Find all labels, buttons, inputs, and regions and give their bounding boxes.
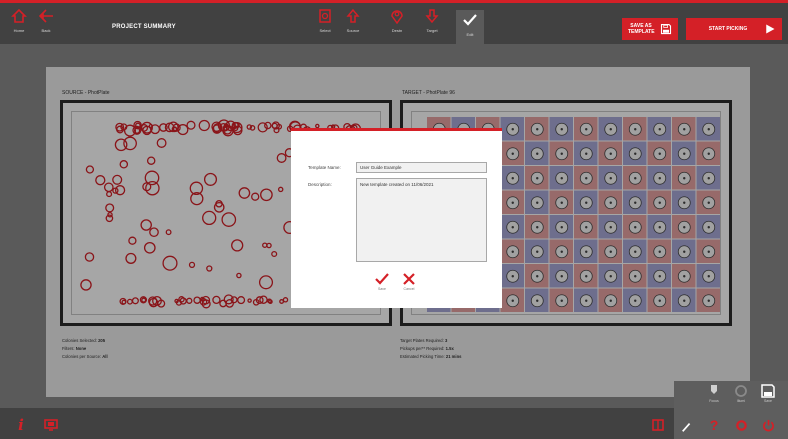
- description-label: Description:: [308, 182, 332, 187]
- tool-edit-label: Edit: [466, 32, 474, 37]
- book-button[interactable]: [651, 418, 665, 432]
- dialog-save-label: Save: [378, 287, 386, 291]
- save-icon: [761, 384, 775, 398]
- home-label: Home: [13, 28, 25, 33]
- book-icon: [652, 419, 664, 431]
- template-name-label: Template Name:: [308, 165, 341, 170]
- start-picking-label: START PICKING: [708, 26, 748, 32]
- description-textarea[interactable]: New template created on 11/06/2021: [356, 178, 487, 262]
- info-icon: i: [18, 416, 24, 434]
- select-icon: [319, 9, 331, 23]
- monitor-icon: [44, 419, 58, 431]
- illumination-icon: [735, 385, 747, 397]
- home-button[interactable]: Home: [5, 8, 33, 40]
- tool-edit-button[interactable]: Edit: [456, 10, 484, 44]
- home-icon: [11, 8, 27, 23]
- tool-destn-label: Destn: [391, 28, 403, 33]
- focus-label: Focus: [709, 399, 719, 403]
- back-label: Back: [41, 28, 51, 33]
- illumination-button[interactable]: Illumi: [729, 384, 753, 408]
- pencil-icon: [682, 423, 691, 432]
- power-icon: [762, 419, 774, 431]
- template-name-input[interactable]: [356, 162, 487, 173]
- save-icon: [660, 23, 672, 35]
- checkmark-icon: [375, 273, 389, 285]
- checkmark-icon: [463, 14, 477, 26]
- tool-source-button[interactable]: Source: [339, 8, 367, 40]
- tool-select-button[interactable]: Select: [311, 8, 339, 40]
- gear-icon: [735, 419, 747, 431]
- save-as-template-label: SAVE AS TEMPLATE: [628, 23, 655, 35]
- dialog-cancel-label: Cancel: [403, 287, 415, 291]
- info-button[interactable]: i: [14, 416, 28, 434]
- tool-destn-button[interactable]: Destn: [383, 8, 411, 40]
- power-button[interactable]: [761, 418, 775, 432]
- tool-source-label: Source: [346, 28, 360, 33]
- save-as-template-button[interactable]: SAVE AS TEMPLATE: [622, 18, 678, 40]
- save-panel-button[interactable]: Save: [756, 384, 780, 408]
- tool-target-label: Target: [426, 28, 438, 33]
- dialog-cancel-button[interactable]: Cancel: [400, 272, 418, 291]
- start-picking-button[interactable]: START PICKING: [686, 18, 782, 40]
- save-panel-label: Save: [764, 399, 772, 403]
- tool-select-label: Select: [319, 28, 331, 33]
- illumination-label: Illumi: [736, 399, 746, 403]
- bottom-toolbar: [0, 408, 788, 439]
- top-toolbar: Home Back PROJECT SUMMARY Select Source …: [0, 0, 788, 44]
- brand-accent-line: [0, 0, 788, 3]
- focus-icon: [711, 385, 717, 394]
- edit-button[interactable]: [680, 420, 694, 434]
- help-button[interactable]: ?: [707, 418, 721, 432]
- settings-button[interactable]: [734, 418, 748, 432]
- up-arrow-icon: [346, 8, 360, 23]
- pin-icon: [391, 10, 403, 24]
- play-icon: [766, 24, 775, 34]
- tool-target-button[interactable]: Target: [418, 8, 446, 40]
- close-icon: [403, 273, 415, 285]
- dialog-save-button[interactable]: Save: [373, 272, 391, 291]
- down-arrow-icon: [425, 9, 439, 24]
- help-icon: ?: [709, 417, 719, 433]
- monitor-button[interactable]: [44, 418, 58, 432]
- page-title: PROJECT SUMMARY: [112, 24, 176, 30]
- dialog-accent-line: [291, 128, 502, 131]
- back-arrow-icon: [38, 9, 53, 23]
- back-button[interactable]: Back: [32, 8, 60, 40]
- focus-button[interactable]: Focus: [702, 384, 726, 408]
